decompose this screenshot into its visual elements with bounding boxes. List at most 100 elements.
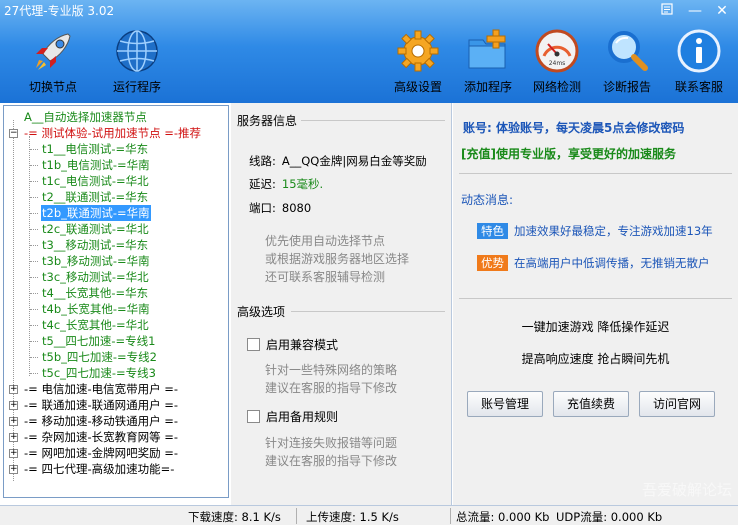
- tree-group[interactable]: -= 四七代理-高级加速功能=-: [24, 461, 174, 477]
- advanced-settings-button[interactable]: 高级设置: [388, 28, 448, 98]
- globe-icon: [116, 30, 158, 72]
- expand-icon[interactable]: +: [9, 433, 18, 442]
- network-check-button[interactable]: 24ms 网络检测: [527, 28, 587, 98]
- tree-item-node[interactable]: t5b_四七加速-=专线2: [41, 349, 158, 365]
- visit-site-button[interactable]: 访问官网: [639, 391, 715, 417]
- tree-item-node[interactable]: t4b_长宽其他-=华南: [41, 301, 151, 317]
- route-value: A__QQ金牌|网易白金等奖励: [281, 154, 427, 168]
- tree-line: [30, 357, 38, 358]
- tree-line: [30, 149, 38, 150]
- route-label: 线路:: [249, 154, 276, 168]
- tree-item-node[interactable]: t2__联通测试-=华东: [41, 189, 149, 205]
- divider: [301, 120, 445, 121]
- tree-item-node[interactable]: t2c_联通测试-=华北: [41, 221, 150, 237]
- tree-item-node[interactable]: t1c_电信测试-=华北: [41, 173, 150, 189]
- tree-line: [30, 293, 38, 294]
- tree-line: [30, 261, 38, 262]
- dynamic-news-title: 动态消息:: [461, 193, 514, 207]
- tree-group[interactable]: -= 杂网加速-长宽教育网等 =-: [24, 429, 178, 445]
- checkbox-box[interactable]: [247, 338, 260, 351]
- tree-group[interactable]: -= 电信加速-电信宽带用户 =-: [24, 381, 178, 397]
- account-manage-button[interactable]: 账号管理: [467, 391, 543, 417]
- server-info-panel: 服务器信息 线路: A__QQ金牌|网易白金等奖励 延迟: 15毫秒. 端口: 808…: [231, 103, 452, 505]
- tree-line: [30, 325, 38, 326]
- tree-item-node[interactable]: t5c_四七加速-=专线3: [41, 365, 157, 381]
- server-hint-2: 或根据游戏服务器地区选择: [265, 252, 410, 266]
- news-tag-feature: 特色: [477, 223, 508, 239]
- divider: [459, 298, 732, 299]
- tree-line: [13, 120, 14, 481]
- collapse-icon[interactable]: −: [9, 129, 18, 138]
- tree-line: [30, 181, 38, 182]
- tree-item-node[interactable]: t3__移动测试-=华东: [41, 237, 149, 253]
- download-speed: 下载速度: 8.1 K/s: [188, 510, 281, 524]
- latency-row: 延迟: 15毫秒.: [249, 176, 323, 192]
- news-item[interactable]: 优势 在高端用户中低调传播，无推销无散户: [477, 255, 710, 271]
- gear-icon: [397, 30, 439, 72]
- port-label: 端口:: [249, 201, 276, 215]
- add-program-button[interactable]: 添加程序: [458, 28, 518, 98]
- backup-hint-1: 针对连接失败报错等问题: [265, 436, 398, 450]
- port-value: 8080: [281, 201, 312, 215]
- divider: [291, 311, 445, 312]
- vip-line[interactable]: [充值]使用专业版，享受更好的加速服务: [461, 145, 676, 162]
- tree-line: [30, 373, 38, 374]
- advanced-options-title: 高级选项: [237, 305, 286, 319]
- status-divider: [296, 508, 297, 524]
- tree-item-node[interactable]: t3c_移动测试-=华北: [41, 269, 150, 285]
- tree-group-trial[interactable]: -= 测试体验-试用加速节点 =-推荐: [24, 125, 201, 141]
- server-hint-3: 还可联系客服辅导检测: [265, 270, 386, 284]
- window-menu-icon[interactable]: [656, 2, 678, 20]
- tree-line: [30, 245, 38, 246]
- switch-node-button[interactable]: 切换节点: [22, 28, 84, 98]
- expand-icon[interactable]: +: [9, 417, 18, 426]
- checkbox-box[interactable]: [247, 410, 260, 423]
- tree-item-node[interactable]: t5__四七加速-=专线1: [41, 333, 156, 349]
- tree-line: [30, 229, 38, 230]
- tree-group[interactable]: -= 联通加速-联通网通用户 =-: [24, 397, 178, 413]
- title-bar: 27代理-专业版 3.02 — ✕: [0, 0, 738, 22]
- tree-line: [29, 136, 30, 376]
- tree-item-auto-node[interactable]: A__自动选择加速器节点: [24, 109, 147, 125]
- tree-group[interactable]: -= 网吧加速-金牌网吧奖励 =-: [24, 445, 178, 461]
- total-traffic: 总流量: 0.000 Kb: [456, 510, 550, 524]
- udp-traffic: UDP流量: 0.000 Kb: [556, 510, 663, 524]
- port-row: 端口: 8080: [249, 200, 311, 216]
- tree-line: [30, 277, 38, 278]
- status-bar: 下载速度: 8.1 K/s 上传速度: 1.5 K/s 总流量: 0.000 K…: [0, 505, 738, 525]
- backup-rules-checkbox[interactable]: 启用备用规则: [247, 408, 338, 425]
- tree-item-node[interactable]: t1__电信测试-=华东: [41, 141, 149, 157]
- tree-item-node[interactable]: t2b_联通测试-=华南: [41, 205, 151, 221]
- speedometer-icon: 24ms: [535, 29, 579, 73]
- contact-support-button[interactable]: 联系客服: [668, 28, 730, 98]
- run-program-label: 运行程序: [112, 80, 161, 94]
- svg-text:24ms: 24ms: [549, 60, 566, 67]
- tree-item-node[interactable]: t4__长宽其他-=华东: [41, 285, 149, 301]
- node-tree[interactable]: A__自动选择加速器节点 − -= 测试体验-试用加速节点 =-推荐 t1__电…: [3, 105, 229, 498]
- slogan-line-2: 提高响应速度 抢占瞬间先机: [521, 352, 670, 366]
- tree-item-node[interactable]: t4c_长宽其他-=华北: [41, 317, 150, 333]
- tree-line: [30, 197, 38, 198]
- window-title: 27代理-专业版 3.02: [4, 4, 115, 18]
- tree-group[interactable]: -= 移动加速-移动铁通用户 =-: [24, 413, 178, 429]
- recharge-button[interactable]: 充值续费: [553, 391, 629, 417]
- account-panel: 账号: 体验账号，每天凌晨5点会修改密码 [充值]使用专业版，享受更好的加速服务…: [453, 103, 738, 505]
- compat-mode-checkbox[interactable]: 启用兼容模式: [247, 336, 338, 353]
- server-info-title: 服务器信息: [237, 114, 298, 128]
- latency-label: 延迟:: [249, 177, 276, 191]
- news-item[interactable]: 特色 加速效果好最稳定，专注游戏加速13年: [477, 223, 713, 239]
- expand-icon[interactable]: +: [9, 465, 18, 474]
- close-icon[interactable]: ✕: [711, 2, 733, 20]
- tree-item-node[interactable]: t1b_电信测试-=华南: [41, 157, 151, 173]
- expand-icon[interactable]: +: [9, 401, 18, 410]
- diagnose-report-button[interactable]: 诊断报告: [597, 28, 657, 98]
- run-program-button[interactable]: 运行程序: [106, 28, 168, 98]
- compat-mode-label: 启用兼容模式: [266, 338, 339, 352]
- tree-item-node[interactable]: t3b_移动测试-=华南: [41, 253, 151, 269]
- expand-icon[interactable]: +: [9, 449, 18, 458]
- network-check-label: 网络检测: [532, 80, 581, 94]
- watermark: 吾爱破解论坛: [641, 481, 732, 499]
- expand-icon[interactable]: +: [9, 385, 18, 394]
- minimize-icon[interactable]: —: [684, 2, 706, 20]
- server-hint-1: 优先使用自动选择节点: [265, 234, 386, 248]
